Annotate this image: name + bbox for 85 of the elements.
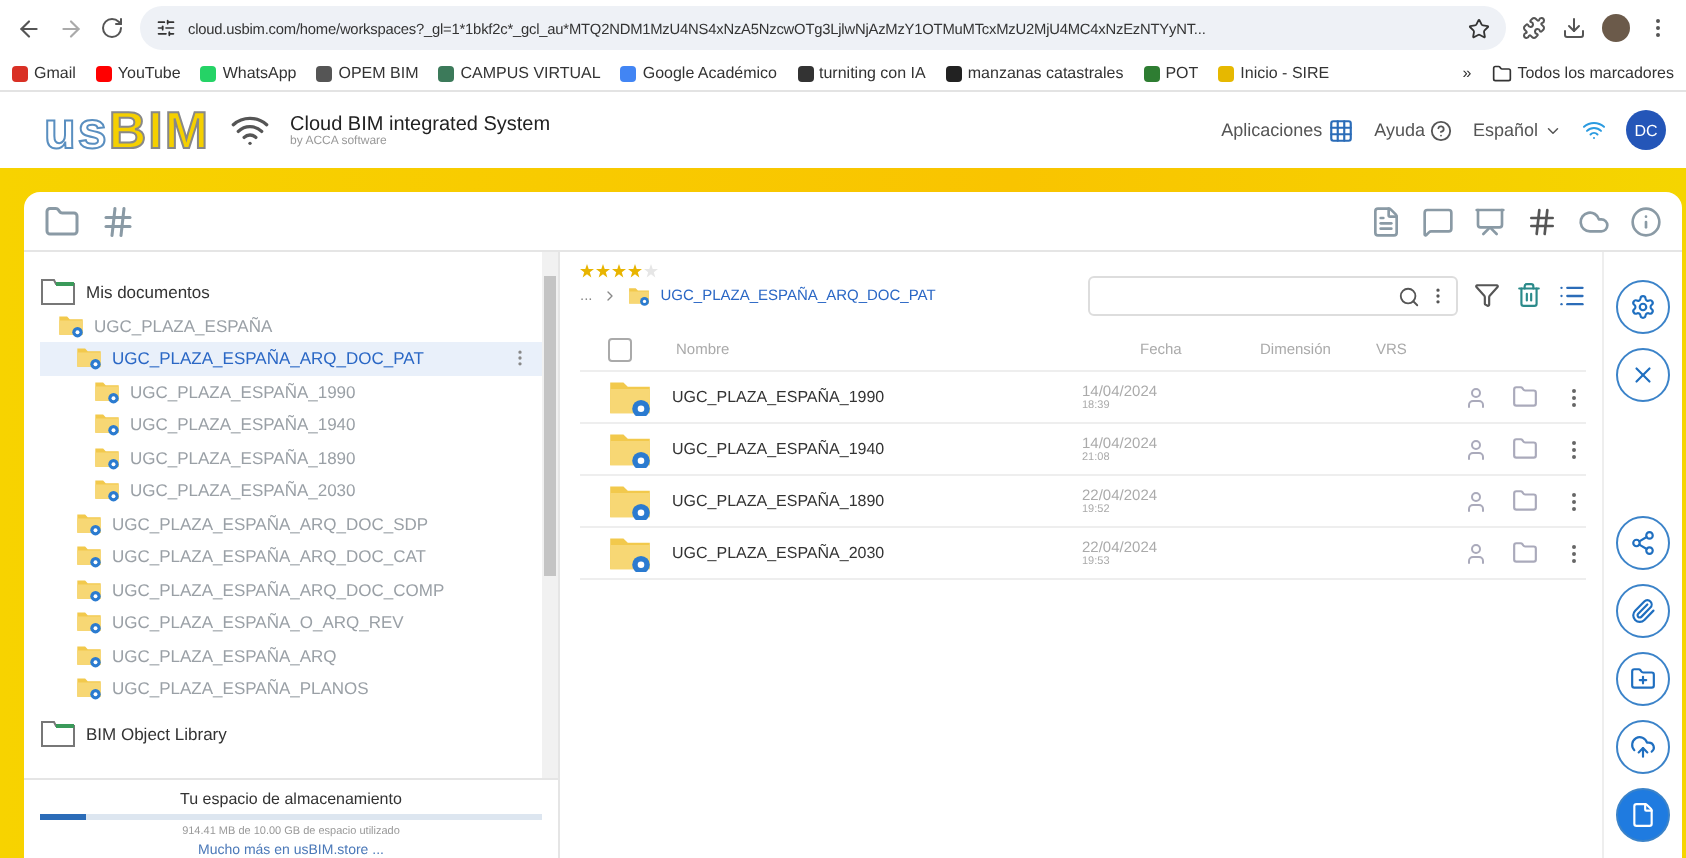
bookmark-link[interactable]: CAMPUS VIRTUAL bbox=[438, 64, 601, 82]
filter-icon[interactable] bbox=[1474, 282, 1500, 308]
bookmark-link[interactable]: Gmail bbox=[12, 64, 76, 82]
reload-icon[interactable] bbox=[100, 16, 124, 40]
file-button[interactable] bbox=[1616, 788, 1670, 842]
folder-icon bbox=[94, 412, 120, 437]
folder-icon[interactable] bbox=[1512, 436, 1538, 462]
back-icon[interactable] bbox=[16, 15, 42, 41]
cloud-upload-icon bbox=[1630, 734, 1656, 760]
share-user-icon[interactable] bbox=[1464, 385, 1488, 409]
comment-icon[interactable] bbox=[1422, 205, 1454, 237]
bookmark-link[interactable]: WhatsApp bbox=[200, 64, 297, 82]
search-icon[interactable] bbox=[1398, 285, 1420, 307]
folder-icon bbox=[40, 719, 76, 748]
hash-icon[interactable] bbox=[1526, 205, 1558, 237]
folder-icon bbox=[76, 676, 102, 701]
folder-icon bbox=[76, 610, 102, 635]
cloud-upload-button[interactable] bbox=[1616, 720, 1670, 774]
folder-icon[interactable] bbox=[1512, 488, 1538, 514]
folder-icon bbox=[76, 577, 102, 602]
tree-item[interactable]: Mis documentos bbox=[40, 276, 542, 309]
table-cell[interactable]: UGC_PLAZA_ESPAÑA_1990 bbox=[672, 388, 1082, 406]
trash-icon[interactable] bbox=[1516, 282, 1542, 308]
user-avatar[interactable]: DC bbox=[1626, 110, 1666, 150]
folder-icon bbox=[628, 286, 651, 306]
folder-icon bbox=[76, 511, 102, 536]
search-field[interactable] bbox=[1088, 276, 1458, 316]
bookmark-star-icon[interactable] bbox=[1468, 17, 1490, 39]
apps-menu[interactable]: Aplicaciones bbox=[1221, 117, 1355, 143]
app-title: Cloud BIM integrated System bbox=[290, 113, 551, 135]
share-user-icon[interactable] bbox=[1464, 437, 1488, 461]
folder-icon bbox=[608, 429, 652, 469]
table-cell[interactable]: UGC_PLAZA_ESPAÑA_1940 bbox=[672, 440, 1082, 458]
folder-icon[interactable] bbox=[1512, 540, 1538, 566]
table-cell[interactable]: UGC_PLAZA_ESPAÑA_2030 bbox=[672, 544, 1082, 562]
folder-icon bbox=[76, 643, 102, 668]
extensions-icon[interactable] bbox=[1522, 16, 1546, 40]
folder-icon bbox=[76, 346, 102, 371]
bookmark-link[interactable]: Inicio - SIRE bbox=[1218, 64, 1330, 82]
folder-icon bbox=[94, 445, 120, 470]
presentation-icon[interactable] bbox=[1474, 205, 1506, 237]
folder-icon[interactable] bbox=[1512, 384, 1538, 410]
bookmark-link[interactable]: manzanas catastrales bbox=[945, 64, 1124, 82]
file-icon bbox=[1630, 802, 1656, 828]
folder-plus-button[interactable] bbox=[1616, 652, 1670, 706]
bookmark-link[interactable]: POT bbox=[1143, 64, 1199, 82]
more-bookmarks-button[interactable]: » bbox=[1462, 64, 1472, 82]
folder-plus-icon bbox=[1630, 666, 1656, 692]
language-menu[interactable]: Español bbox=[1472, 120, 1562, 140]
scrollbar[interactable] bbox=[542, 252, 558, 778]
select-all-checkbox[interactable] bbox=[608, 337, 632, 361]
download-icon[interactable] bbox=[1562, 16, 1586, 40]
logo: usBIM bbox=[44, 104, 211, 156]
folder-icon bbox=[608, 481, 652, 521]
folder-icon bbox=[94, 379, 120, 404]
table-cell[interactable]: UGC_PLAZA_ESPAÑA_1890 bbox=[672, 492, 1082, 510]
cloud-icon[interactable] bbox=[1578, 205, 1610, 237]
list-view-icon[interactable] bbox=[1558, 282, 1586, 310]
rating-stars[interactable] bbox=[580, 264, 658, 278]
bookmark-link[interactable]: OPEM BIM bbox=[316, 64, 419, 82]
document-icon[interactable] bbox=[1370, 205, 1402, 237]
bookmark-link[interactable]: turniting con IA bbox=[797, 64, 926, 82]
bookmarks-folder[interactable]: Todos los marcadores bbox=[1491, 63, 1674, 83]
grid-icon bbox=[1328, 117, 1355, 143]
folder-icon bbox=[1491, 63, 1512, 83]
profile-icon[interactable] bbox=[1602, 14, 1630, 42]
folder-icon bbox=[94, 478, 120, 503]
folder-icon bbox=[40, 278, 76, 307]
help-menu[interactable]: Ayuda bbox=[1374, 119, 1453, 141]
folder-icon bbox=[608, 533, 652, 573]
folder-icon bbox=[76, 544, 102, 569]
folder-icon bbox=[608, 377, 652, 417]
bookmark-link[interactable]: YouTube bbox=[95, 64, 181, 82]
help-icon bbox=[1430, 119, 1453, 141]
site-info-icon[interactable] bbox=[156, 18, 176, 38]
folder-icon bbox=[58, 313, 84, 338]
tree-item[interactable]: BIM Object Library bbox=[40, 717, 542, 750]
bookmark-link[interactable]: Google Académico bbox=[620, 64, 777, 82]
forward-icon[interactable] bbox=[58, 15, 84, 41]
info-icon[interactable] bbox=[1630, 205, 1662, 237]
share-user-icon[interactable] bbox=[1464, 541, 1488, 565]
folder-icon[interactable] bbox=[44, 203, 80, 239]
tree-item[interactable]: UGC_PLAZA_ESPAÑA_ARQ_DOC_PAT bbox=[40, 342, 542, 375]
share-user-icon[interactable] bbox=[1464, 489, 1488, 513]
storage-title: Tu espacio de almacenamiento bbox=[180, 790, 402, 808]
